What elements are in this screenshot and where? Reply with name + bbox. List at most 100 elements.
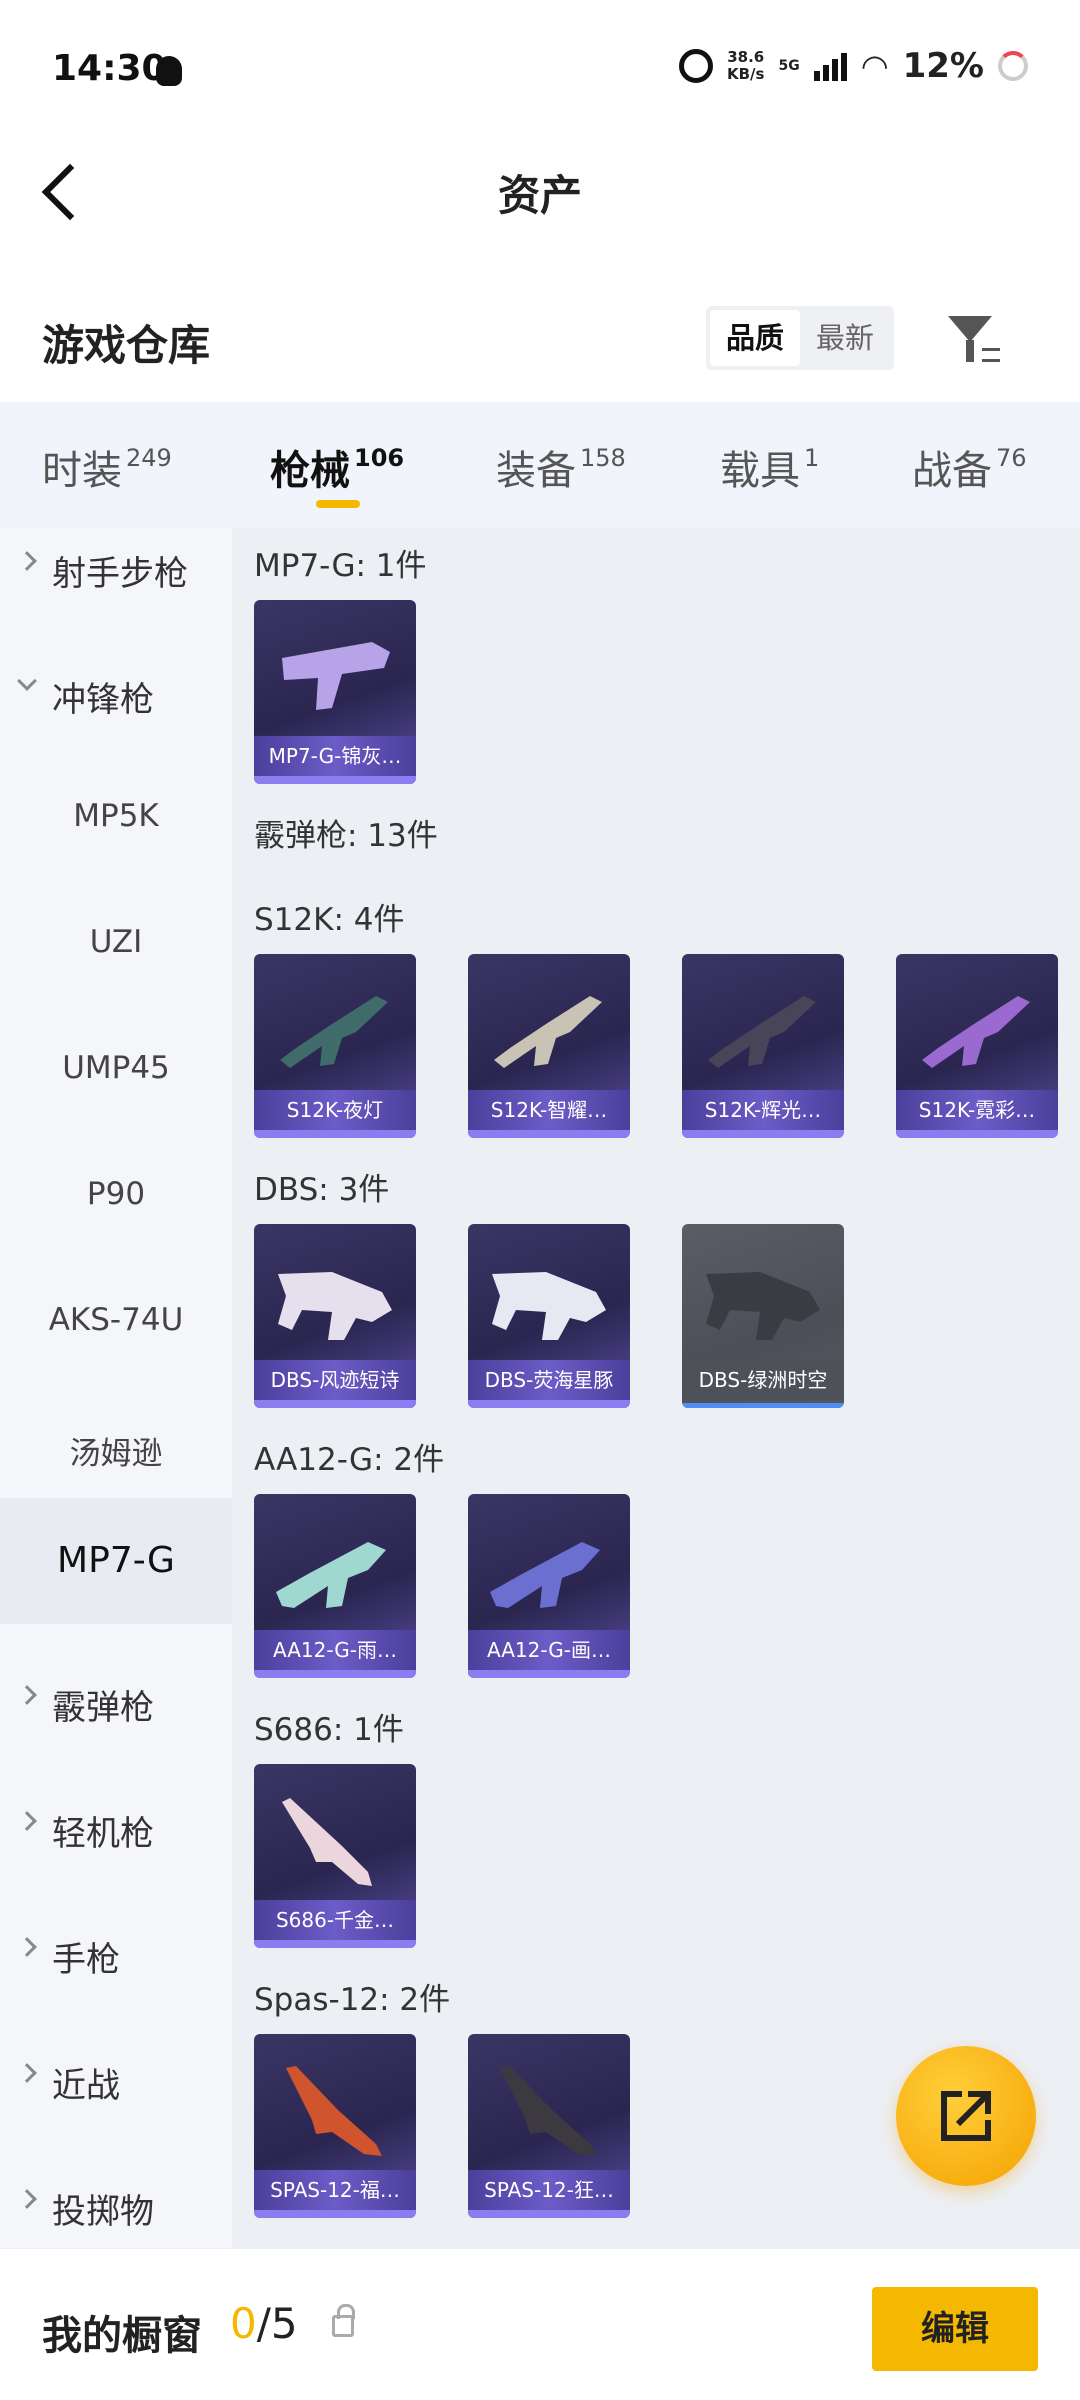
weapon-image <box>276 1542 386 1608</box>
chevron-right-icon <box>17 2063 37 2083</box>
section-title: 霰弹枪: 13件 <box>254 818 438 854</box>
tab-vehicles[interactable]: 载具 1 <box>720 438 819 496</box>
chevron-right-icon <box>17 2189 37 2209</box>
section-title: S12K: 4件 <box>254 902 405 938</box>
sidebar-item-p90[interactable]: P90 <box>0 1134 232 1260</box>
weapon-card[interactable]: S12K-霓彩… <box>896 954 1058 1138</box>
weapon-image <box>706 1272 820 1340</box>
tab-count: 1 <box>804 444 820 472</box>
weapon-image <box>278 1272 392 1340</box>
weapon-name: DBS-风迹短诗 <box>254 1360 416 1400</box>
weapon-card[interactable]: S12K-辉光… <box>682 954 844 1138</box>
sidebar-item-mp5k[interactable]: MP5K <box>0 756 232 882</box>
weapon-name: DBS-绿洲时空 <box>682 1360 844 1400</box>
sidebar-item-melee[interactable]: 近战 <box>0 2016 232 2142</box>
chevron-right-icon <box>17 1811 37 1831</box>
network-type: 5G <box>778 58 800 74</box>
quality-bar <box>468 2210 630 2218</box>
tab-count: 249 <box>126 444 172 472</box>
sidebar-item-label: 手枪 <box>52 1940 120 1980</box>
tab-label: 战备 <box>912 448 992 494</box>
quality-bar <box>682 1130 844 1138</box>
weapon-card[interactable]: AA12-G-雨… <box>254 1494 416 1678</box>
tab-tactical[interactable]: 战备 76 <box>912 438 1027 496</box>
weapon-card[interactable]: DBS-荧海星豚 <box>468 1224 630 1408</box>
weapon-card[interactable]: SPAS-12-狂… <box>468 2034 630 2218</box>
sidebar-item-mp7g[interactable]: MP7-G <box>0 1498 232 1624</box>
alarm-icon <box>678 49 713 83</box>
weapon-name: S12K-夜灯 <box>254 1090 416 1130</box>
page-title: 资产 <box>497 171 582 220</box>
qq-icon <box>156 56 182 86</box>
weapon-name: SPAS-12-福… <box>254 2170 416 2210</box>
sidebar-item-label: 霰弹枪 <box>52 1688 154 1728</box>
quality-bar <box>896 1130 1058 1138</box>
tab-fashion[interactable]: 时装 249 <box>42 438 172 496</box>
weapon-card[interactable]: MP7-G-锦灰… <box>254 600 416 784</box>
sidebar-item-label: 轻机枪 <box>52 1814 154 1854</box>
tab-count: 106 <box>354 444 405 472</box>
chevron-down-icon <box>17 671 37 691</box>
category-tabs: 时装 249 枪械 106 装备 158 载具 1 战备 76 <box>0 402 1080 528</box>
page-header: 资产 <box>0 140 1080 250</box>
weapon-name: S12K-智耀… <box>468 1090 630 1130</box>
weapon-card[interactable]: S686-千金… <box>254 1764 416 1948</box>
weapon-card[interactable]: DBS-风迹短诗 <box>254 1224 416 1408</box>
status-bar: 14:30 38.6 KB/s 5G ◠ 12% <box>0 0 1080 140</box>
weapon-card[interactable]: DBS-绿洲时空 <box>682 1224 844 1408</box>
tab-firearms[interactable]: 枪械 106 <box>270 438 405 508</box>
showcase-count: 0/5 <box>230 2299 298 2348</box>
sidebar-item-smg[interactable]: 冲锋枪 <box>0 630 232 756</box>
weapon-name: S12K-辉光… <box>682 1090 844 1130</box>
sidebar-item-label: 冲锋枪 <box>52 680 154 720</box>
weapon-card[interactable]: SPAS-12-福… <box>254 2034 416 2218</box>
weapon-card[interactable]: AA12-G-画… <box>468 1494 630 1678</box>
edit-button[interactable]: 编辑 <box>872 2287 1038 2371</box>
sort-latest-button[interactable]: 最新 <box>800 310 890 366</box>
weapon-card[interactable]: S12K-智耀… <box>468 954 630 1138</box>
sidebar-item-shotgun[interactable]: 霰弹枪 <box>0 1638 232 1764</box>
section-title: DBS: 3件 <box>254 1172 390 1208</box>
sidebar-item-pistol[interactable]: 手枪 <box>0 1890 232 2016</box>
sort-quality-button[interactable]: 品质 <box>710 310 800 366</box>
weapon-name: S12K-霓彩… <box>896 1090 1058 1130</box>
section-title: AA12-G: 2件 <box>254 1442 445 1478</box>
battery-percent: 12% <box>902 46 984 86</box>
quality-bar <box>254 776 416 784</box>
tab-label: 时装 <box>42 448 122 494</box>
quality-bar <box>254 2210 416 2218</box>
chevron-right-icon <box>17 1937 37 1957</box>
showcase-bar: 我的橱窗 0/5 编辑 <box>0 2248 1080 2400</box>
sidebar-item-ump45[interactable]: UMP45 <box>0 1008 232 1134</box>
weapon-image <box>490 1542 600 1608</box>
sidebar-item-label: UMP45 <box>62 1050 170 1086</box>
sidebar-item-label: P90 <box>86 1176 146 1212</box>
quality-bar <box>468 1400 630 1408</box>
sidebar-item-marksman-rifle[interactable]: 射手步枪 <box>0 528 232 630</box>
wifi-icon: ◠ <box>860 47 889 85</box>
weapon-card[interactable]: S12K-夜灯 <box>254 954 416 1138</box>
weapon-name: MP7-G-锦灰… <box>254 736 416 776</box>
quality-bar <box>254 1400 416 1408</box>
sidebar-item-aks74u[interactable]: AKS-74U <box>0 1260 232 1386</box>
tab-equipment[interactable]: 装备 158 <box>496 438 626 496</box>
quality-bar <box>468 1670 630 1678</box>
tab-count: 158 <box>580 444 626 472</box>
sidebar-item-lmg[interactable]: 轻机枪 <box>0 1764 232 1890</box>
weapon-image <box>282 642 390 710</box>
showcase-max: /5 <box>256 2299 298 2348</box>
sidebar-item-uzi[interactable]: UZI <box>0 882 232 1008</box>
weapon-name: S686-千金… <box>254 1900 416 1940</box>
active-tab-indicator <box>316 500 360 508</box>
sidebar-item-label: 射手步枪 <box>52 554 188 594</box>
sidebar-item-label: 投掷物 <box>52 2192 154 2232</box>
sidebar-item-throwable[interactable]: 投掷物 <box>0 2142 232 2248</box>
sidebar-item-label: AKS-74U <box>48 1302 184 1338</box>
weapon-grid: MP7-G: 1件 MP7-G-锦灰… 霰弹枪: 13件 S12K: 4件 S1… <box>232 528 1080 2248</box>
showcase-current: 0 <box>230 2299 257 2348</box>
weapon-sidebar: 射手步枪 冲锋枪 MP5K UZI UMP45 P90 AKS-74U 汤姆逊 … <box>0 528 232 2248</box>
share-button[interactable] <box>896 2046 1036 2186</box>
speed-value: 38.6 <box>727 48 765 66</box>
filter-icon[interactable] <box>944 312 1000 368</box>
sidebar-item-thompson[interactable]: 汤姆逊 <box>0 1386 232 1512</box>
